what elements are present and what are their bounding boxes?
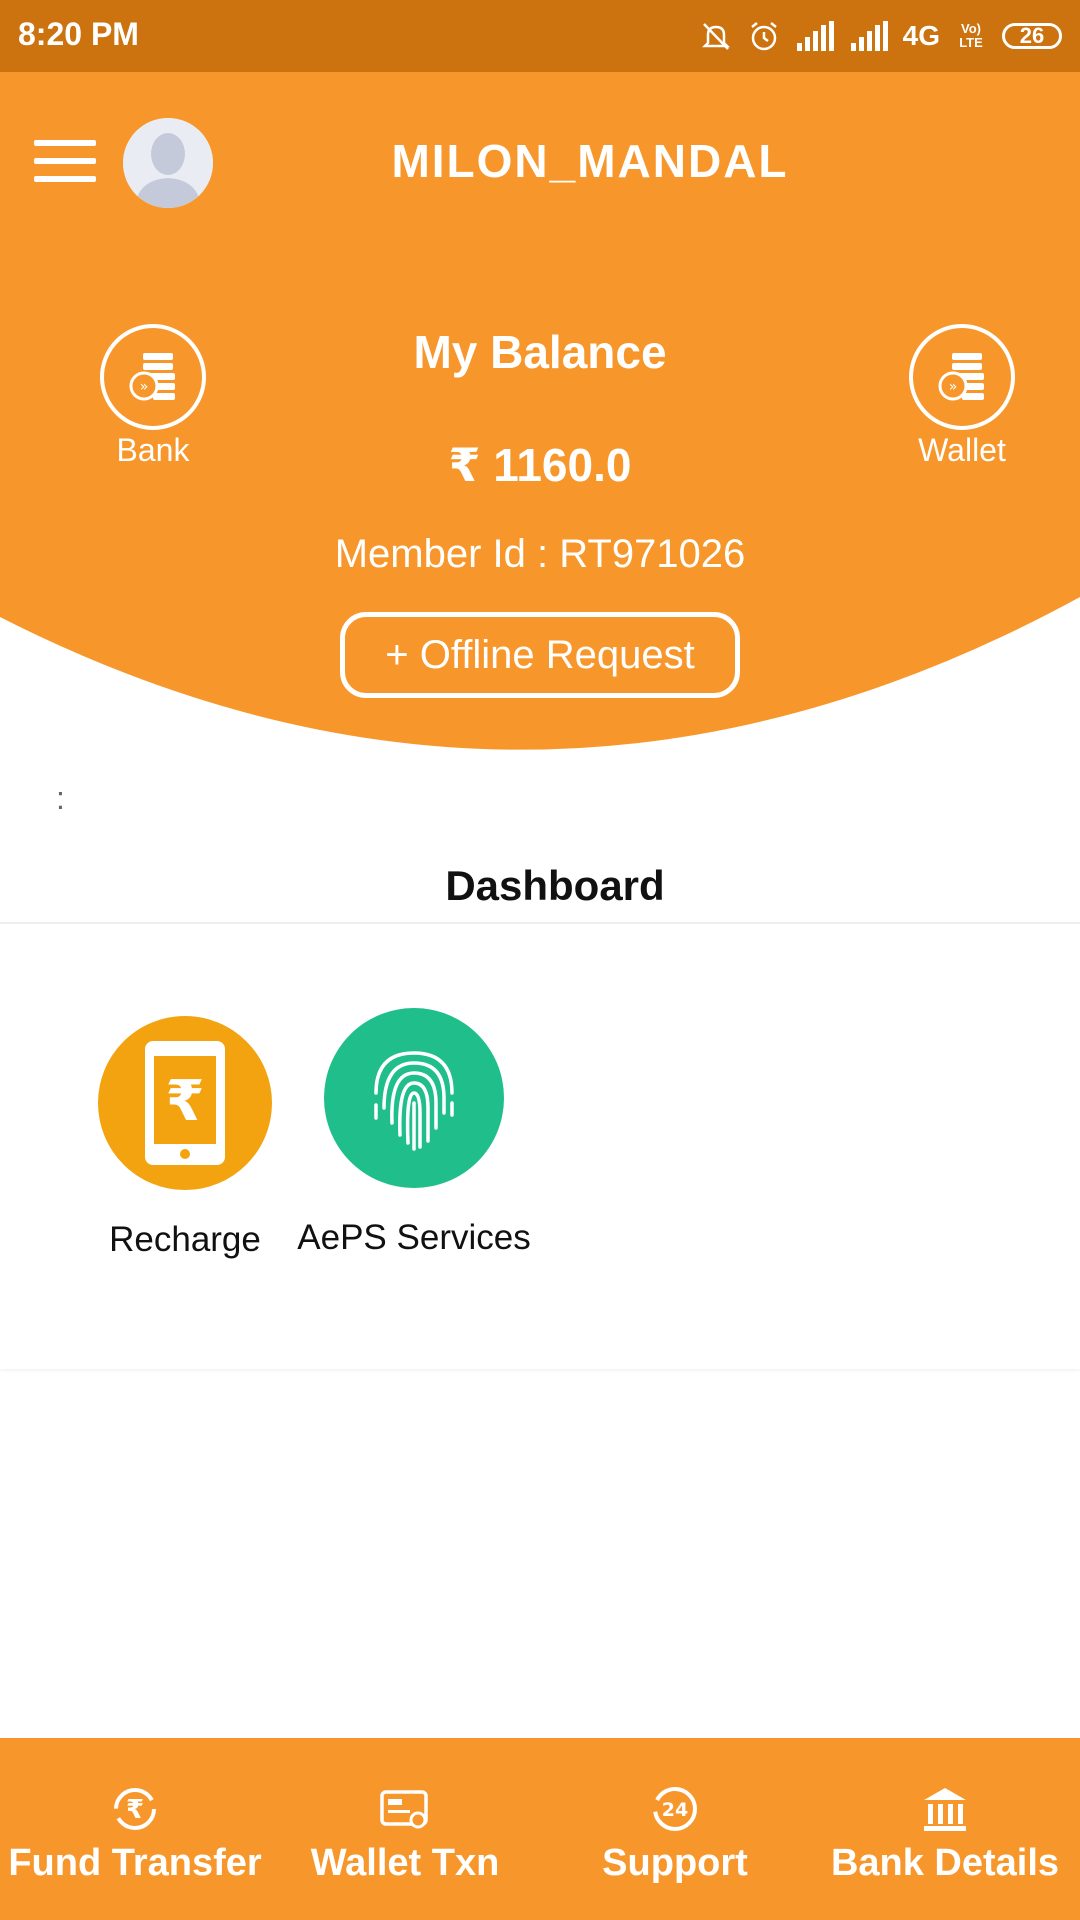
dashboard-card: ₹ Recharge AePS Services bbox=[0, 922, 1080, 1369]
coins-icon: » bbox=[909, 324, 1015, 430]
signal-icon bbox=[796, 21, 834, 51]
nav-label: Fund Transfer bbox=[8, 1842, 262, 1884]
bank-label: Bank bbox=[116, 432, 190, 468]
svg-text:»: » bbox=[949, 379, 958, 395]
coins-icon: » bbox=[100, 324, 206, 430]
fund-transfer-icon: ₹ bbox=[0, 1780, 270, 1838]
recharge-service[interactable]: ₹ Recharge bbox=[70, 1016, 300, 1260]
user-silhouette-icon bbox=[123, 118, 213, 208]
nav-bank-details[interactable]: Bank Details bbox=[810, 1738, 1080, 1920]
offline-request-button[interactable]: + Offline Request bbox=[340, 612, 740, 698]
aeps-service[interactable]: AePS Services bbox=[294, 1008, 534, 1258]
menu-button[interactable] bbox=[34, 140, 96, 186]
bank-icon bbox=[810, 1780, 1080, 1838]
network-type: 4G bbox=[902, 20, 940, 51]
alarm-icon bbox=[750, 22, 777, 51]
aeps-label: AePS Services bbox=[297, 1218, 531, 1257]
overflow-dots: : bbox=[56, 780, 65, 816]
mobile-rupee-icon: ₹ bbox=[98, 1016, 272, 1190]
nav-label: Wallet Txn bbox=[310, 1842, 500, 1884]
dashboard-title: Dashboard bbox=[445, 862, 665, 909]
svg-text:»: » bbox=[140, 379, 149, 395]
svg-text:₹: ₹ bbox=[126, 1795, 144, 1825]
support-24-icon: 24 bbox=[540, 1780, 810, 1838]
wallet-txn-icon bbox=[270, 1780, 540, 1838]
volte-indicator: Vo) LTE bbox=[959, 21, 983, 50]
svg-text:₹: ₹ bbox=[166, 1069, 205, 1134]
nav-fund-transfer[interactable]: ₹ Fund Transfer bbox=[0, 1738, 270, 1920]
bottom-navigation: ₹ Fund Transfer Wallet Txn 24 Support Ba… bbox=[0, 1738, 1080, 1920]
battery-level: 26 bbox=[1019, 23, 1045, 48]
username: MILON_MANDAL bbox=[391, 135, 789, 187]
status-bar: 8:20 PM 4G Vo) LTE 26 bbox=[0, 0, 1080, 72]
mute-icon bbox=[701, 23, 730, 50]
recharge-label: Recharge bbox=[109, 1220, 261, 1259]
signal-icon-2 bbox=[850, 21, 888, 51]
battery-icon: 26 bbox=[1002, 23, 1062, 49]
wallet-label: Wallet bbox=[918, 432, 1006, 468]
member-id: Member Id : RT971026 bbox=[334, 532, 746, 576]
wallet-button[interactable]: » Wallet bbox=[882, 324, 1042, 484]
balance-title: My Balance bbox=[413, 326, 667, 378]
avatar[interactable] bbox=[123, 118, 213, 208]
nav-label: Bank Details bbox=[830, 1842, 1060, 1884]
status-icons: 4G Vo) LTE 26 bbox=[699, 14, 1062, 58]
balance-amount: ₹ 1160.0 bbox=[448, 439, 632, 491]
bank-button[interactable]: » Bank bbox=[73, 324, 233, 484]
svg-text:24: 24 bbox=[662, 1799, 688, 1821]
status-time: 8:20 PM bbox=[18, 16, 139, 52]
fingerprint-icon bbox=[324, 1008, 504, 1188]
nav-wallet-txn[interactable]: Wallet Txn bbox=[270, 1738, 540, 1920]
nav-support[interactable]: 24 Support bbox=[540, 1738, 810, 1920]
nav-label: Support bbox=[602, 1842, 748, 1884]
